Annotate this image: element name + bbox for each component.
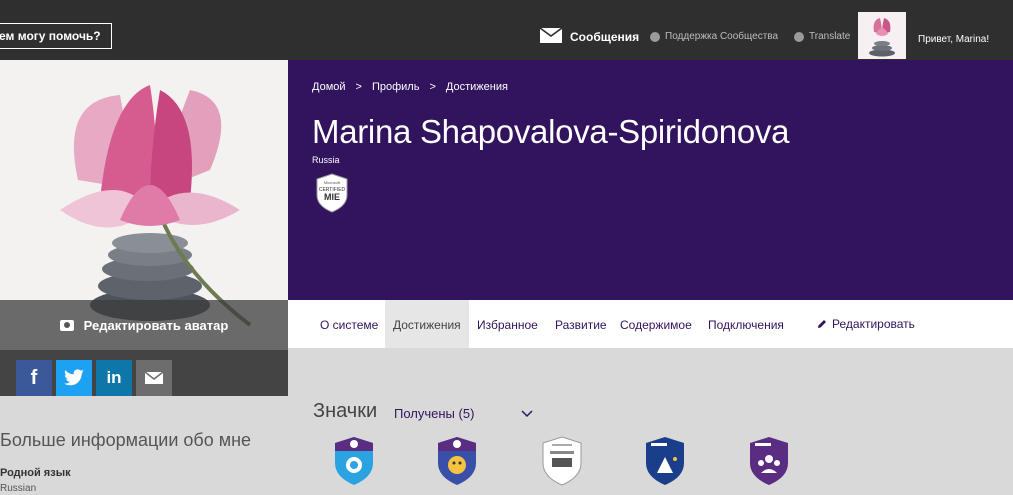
help-button[interactable]: ем могу помочь? — [0, 23, 112, 49]
community-support-link[interactable]: Поддержка Сообщества — [650, 31, 778, 42]
facebook-icon: f — [30, 366, 38, 389]
user-avatar-thumb[interactable] — [858, 12, 906, 59]
edit-avatar-label: Редактировать аватар — [83, 317, 229, 333]
breadcrumb-home[interactable]: Домой — [312, 81, 346, 93]
svg-text:Microsoft: Microsoft — [324, 180, 341, 185]
mie-badge[interactable] — [540, 435, 584, 487]
facebook-share-button[interactable]: f — [16, 360, 52, 396]
email-share-button[interactable] — [136, 360, 172, 396]
tab-development[interactable]: Развитие — [547, 300, 615, 348]
translate-label: Translate — [809, 31, 851, 42]
mie-expert-badge[interactable] — [643, 435, 687, 487]
camera-icon — [59, 319, 74, 331]
translate-link[interactable]: Translate — [794, 31, 850, 42]
edit-label: Редактировать — [832, 317, 915, 331]
collaboration-badge[interactable] — [332, 435, 376, 487]
messages-label: Сообщения — [570, 30, 640, 44]
tab-about[interactable]: О системе — [312, 300, 386, 348]
chevron-down-icon[interactable] — [520, 409, 534, 419]
breadcrumb-separator: > — [355, 81, 362, 93]
envelope-icon — [539, 27, 563, 46]
envelope-icon — [145, 372, 163, 384]
profile-tabs: О системе Достижения Избранное Развитие … — [288, 300, 1013, 348]
svg-text:MIE: MIE — [324, 192, 340, 202]
breadcrumb-achievements[interactable]: Достижения — [446, 81, 508, 93]
badges-filter-dropdown[interactable]: Получены (5) — [394, 406, 474, 421]
mie-certified-badge[interactable]: Microsoft CERTIFIED MIE — [315, 173, 349, 218]
globe-icon — [794, 31, 804, 42]
twitter-icon — [64, 369, 84, 386]
breadcrumb-profile[interactable]: Профиль — [372, 81, 420, 93]
pencil-icon — [818, 320, 826, 328]
greeting: Привет, Marina! — [918, 34, 990, 45]
tab-connections[interactable]: Подключения — [700, 300, 792, 348]
country-label: Russia — [312, 155, 340, 165]
top-bar: ем могу помочь? Сообщения Поддержка Сооб… — [0, 0, 1013, 60]
linkedin-share-button[interactable]: in — [96, 360, 132, 396]
tab-favorites[interactable]: Избранное — [469, 300, 546, 348]
community-badge[interactable] — [747, 435, 791, 487]
page-title: Marina Shapovalova-Spiridonova — [312, 113, 790, 150]
profile-header: Домой > Профиль > Достижения Marina Shap… — [288, 60, 1013, 300]
edit-avatar-button[interactable]: Редактировать аватар — [0, 300, 288, 350]
help-circle-icon — [650, 31, 660, 42]
more-info-heading: Больше информации обо мне — [0, 430, 252, 450]
twitter-share-button[interactable]: t — [56, 360, 92, 396]
breadcrumb-separator: > — [429, 81, 436, 93]
tab-content[interactable]: Содержимое — [612, 300, 700, 348]
native-language-label: Родной язык — [0, 467, 71, 479]
breadcrumb: Домой > Профиль > Достижения — [312, 81, 508, 93]
messages-link[interactable]: Сообщения — [539, 27, 640, 46]
skype-badge[interactable] — [435, 435, 479, 487]
badges-heading: Значки — [313, 400, 378, 422]
linkedin-icon: in — [106, 368, 122, 387]
tab-achievements[interactable]: Достижения — [385, 300, 469, 348]
native-language-value: Russian — [0, 483, 37, 494]
edit-profile-button[interactable]: Редактировать — [809, 300, 923, 348]
support-label: Поддержка Сообщества — [665, 31, 779, 42]
